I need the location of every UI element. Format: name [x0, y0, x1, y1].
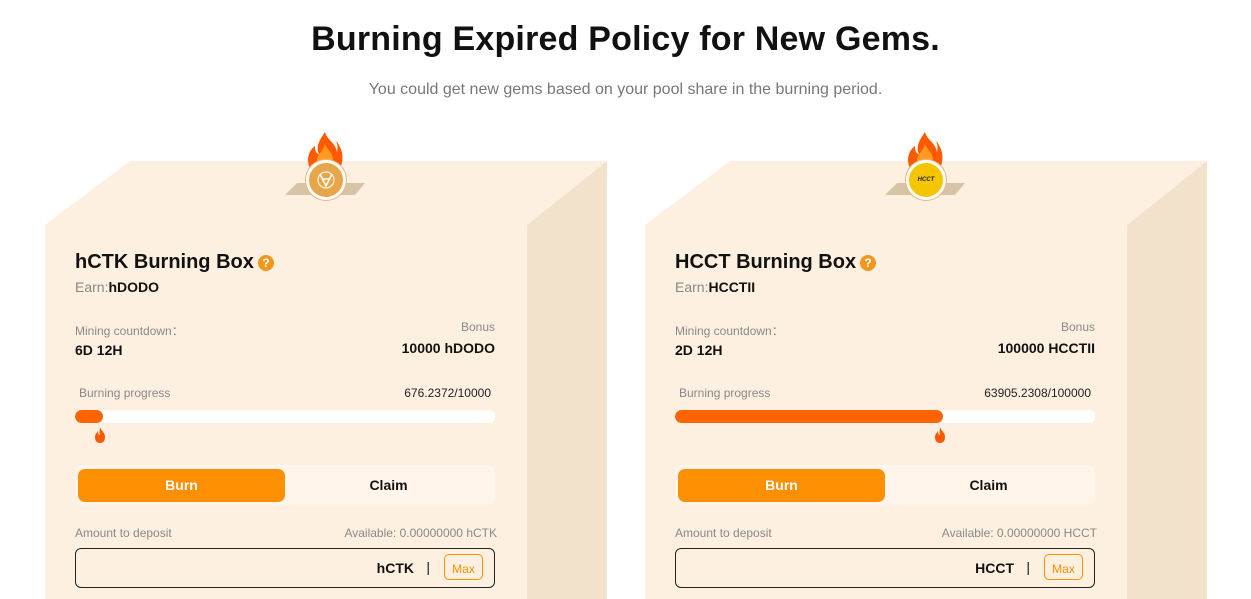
hcct-coin-icon: HCCT	[906, 160, 946, 200]
amount-input-field: hCTK | Max	[75, 548, 495, 588]
tab-claim[interactable]: Claim	[285, 469, 492, 502]
card-title-text: hCTK Burning Box	[75, 251, 254, 273]
progress-label: Burning progress	[679, 386, 771, 400]
card-title: hCTK Burning Box ?	[75, 251, 274, 274]
progress-label: Burning progress	[79, 386, 171, 400]
progress-fill	[675, 410, 944, 423]
input-divider: |	[1026, 559, 1030, 575]
card-title: HCCT Burning Box ?	[675, 251, 877, 274]
burning-box-hctk: hCTK Burning Box ? Earn:hDODO Mining cou…	[45, 130, 607, 599]
bonus-label: Bonus	[1060, 320, 1095, 334]
progress-track	[75, 410, 495, 423]
deposit-label: Amount to deposit	[75, 526, 172, 540]
earn-label: Earn:	[75, 279, 109, 295]
earn-row: Earn:hDODO	[75, 279, 159, 295]
burn-claim-tabs: Burn Claim	[675, 465, 1095, 505]
deposit-label: Amount to deposit	[675, 526, 772, 540]
max-button[interactable]: Max	[1044, 554, 1083, 580]
box-side	[1127, 161, 1207, 599]
progress-flame-icon	[935, 427, 946, 443]
help-icon[interactable]: ?	[257, 254, 274, 271]
bonus-value: 10000 hDODO	[401, 340, 495, 356]
progress-value: 63905.2308/100000	[984, 386, 1091, 400]
input-divider: |	[426, 559, 430, 575]
help-icon[interactable]: ?	[860, 254, 877, 271]
bonus-label: Bonus	[460, 320, 495, 334]
burning-box-hcct: HCCT HCCT Burning Box ? Earn:HCCTII Mini…	[645, 130, 1207, 599]
progress-value: 676.2372/10000	[404, 386, 491, 400]
burn-claim-tabs: Burn Claim	[75, 465, 495, 505]
page-subtitle: You could get new gems based on your poo…	[368, 81, 883, 98]
max-button[interactable]: Max	[444, 554, 483, 580]
countdown-value: 6D 12H	[75, 342, 123, 358]
amount-input-field: HCCT | Max	[675, 548, 1095, 588]
page-title: Burning Expired Policy for New Gems.	[311, 20, 940, 58]
earn-token: HCCTII	[708, 279, 756, 295]
tab-burn[interactable]: Burn	[678, 469, 885, 502]
progress-fill	[75, 410, 104, 423]
earn-label: Earn:	[675, 279, 709, 295]
token-symbol: HCCT	[975, 560, 1014, 576]
amount-input[interactable]	[684, 555, 958, 581]
earn-token: hDODO	[108, 279, 160, 295]
earn-row: Earn:HCCTII	[675, 279, 755, 295]
countdown-label: Mining countdown：	[75, 324, 184, 338]
progress-flame-icon	[95, 427, 106, 443]
bonus-value: 100000 HCCTII	[997, 340, 1095, 356]
token-symbol: hCTK	[376, 560, 414, 576]
countdown-value: 2D 12H	[675, 342, 723, 358]
available-balance: Available: 0.00000000 HCCT	[941, 526, 1097, 540]
box-side	[527, 161, 607, 599]
card-title-text: HCCT Burning Box	[675, 251, 857, 273]
tab-claim[interactable]: Claim	[885, 469, 1092, 502]
tab-burn[interactable]: Burn	[78, 469, 285, 502]
countdown-label: Mining countdown：	[675, 324, 784, 338]
available-balance: Available: 0.00000000 hCTK	[344, 526, 497, 540]
amount-input[interactable]	[84, 555, 358, 581]
progress-track	[675, 410, 1095, 423]
dodo-bird-coin-icon	[306, 160, 346, 200]
